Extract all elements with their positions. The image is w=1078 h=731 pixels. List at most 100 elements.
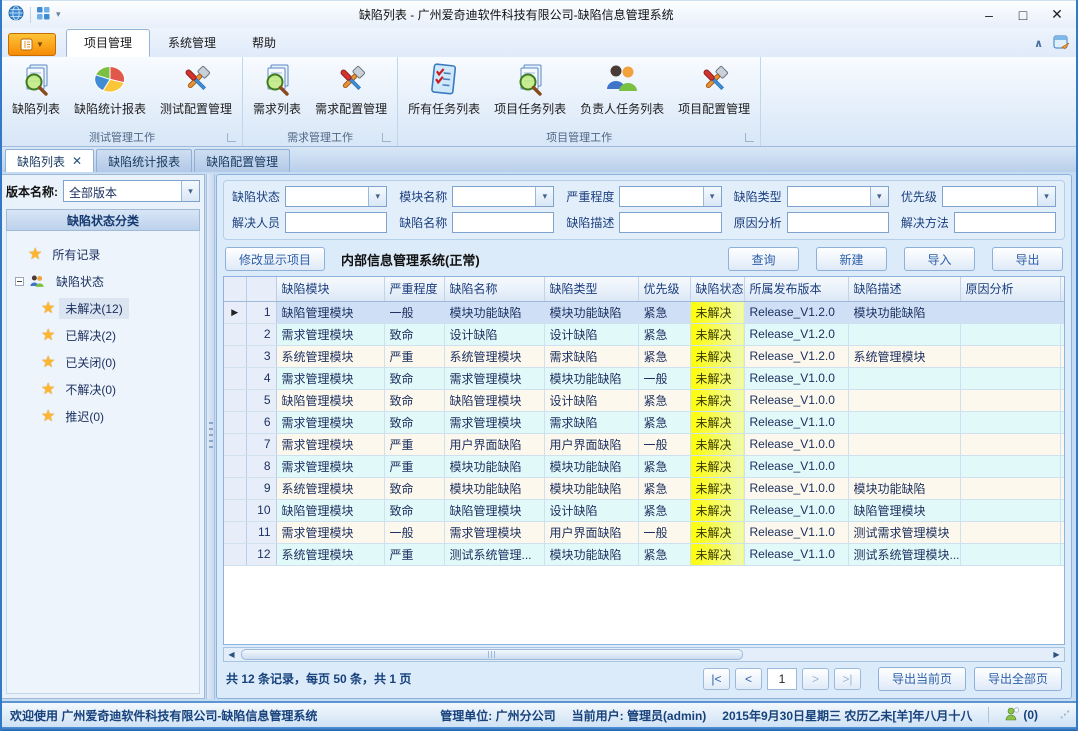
maximize-button[interactable]: □ — [1006, 3, 1040, 27]
table-row[interactable]: 6需求管理模块致命需求管理模块需求缺陷紧急未解决Release_V1.1.0 — [224, 411, 1065, 433]
import-button[interactable]: 导入 — [904, 247, 975, 271]
table-row[interactable]: 3系统管理模块严重系统管理模块需求缺陷紧急未解决Release_V1.2.0系统… — [224, 345, 1065, 367]
modify-columns-button[interactable]: 修改显示项目 — [225, 247, 325, 271]
next-page-button[interactable]: > — [802, 668, 829, 690]
ribbon-tab-项目管理[interactable]: 项目管理 — [66, 29, 150, 57]
chevron-down-icon[interactable] — [870, 187, 888, 206]
ribbon-button-缺陷统计报表[interactable]: 缺陷统计报表 — [67, 59, 153, 119]
sidebar-splitter[interactable] — [206, 174, 215, 699]
filter-input-缺陷名称[interactable] — [452, 212, 554, 233]
column-header-所属发布版本[interactable]: 所属发布版本 — [744, 277, 848, 301]
scrollbar-track[interactable] — [239, 648, 1049, 661]
dialog-launcher-icon[interactable] — [745, 133, 754, 142]
row-number-cell: 7 — [246, 433, 276, 455]
horizontal-scrollbar[interactable]: ◀ ▶ — [223, 647, 1065, 662]
filter-combobox-严重程度[interactable] — [619, 186, 721, 207]
column-header-缺陷模块[interactable]: 缺陷模块 — [276, 277, 384, 301]
tree-item-已关闭(0)[interactable]: ★已关闭(0) — [15, 349, 197, 376]
collapse-ribbon-icon[interactable]: ∧ — [1034, 37, 1043, 50]
export-button[interactable]: 导出 — [992, 247, 1063, 271]
filter-input-原因分析[interactable] — [787, 212, 889, 233]
ribbon-button-测试配置管理[interactable]: 测试配置管理 — [153, 59, 239, 119]
message-count[interactable]: (0) — [1023, 708, 1038, 722]
column-header-优先级[interactable]: 优先级 — [638, 277, 690, 301]
help-window-icon[interactable] — [1053, 34, 1070, 53]
filter-input-解决方法[interactable] — [954, 212, 1056, 233]
minimize-button[interactable]: – — [972, 3, 1006, 27]
table-row[interactable]: 2需求管理模块致命设计缺陷设计缺陷紧急未解决Release_V1.2.0 — [224, 323, 1065, 345]
ribbon-button-需求列表[interactable]: 需求列表 — [246, 59, 308, 119]
tree-item-已解决(2)[interactable]: ★已解决(2) — [15, 322, 197, 349]
last-page-button[interactable]: >| — [834, 668, 861, 690]
table-row[interactable]: 7需求管理模块严重用户界面缺陷用户界面缺陷一般未解决Release_V1.0.0 — [224, 433, 1065, 455]
column-header-缺陷状态[interactable]: 缺陷状态 — [690, 277, 744, 301]
table-row[interactable]: 9系统管理模块致命模块功能缺陷模块功能缺陷紧急未解决Release_V1.0.0… — [224, 477, 1065, 499]
ribbon-button-需求配置管理[interactable]: 需求配置管理 — [308, 59, 394, 119]
search-button[interactable]: 查询 — [728, 247, 799, 271]
ribbon-button-所有任务列表[interactable]: 所有任务列表 — [401, 59, 487, 119]
table-row[interactable]: 5缺陷管理模块致命缺陷管理模块设计缺陷紧急未解决Release_V1.0.0 — [224, 389, 1065, 411]
scroll-right-icon[interactable]: ▶ — [1049, 650, 1064, 659]
tree-item-未解决(12)[interactable]: ★未解决(12) — [15, 295, 197, 322]
first-page-button[interactable]: |< — [703, 668, 730, 690]
filter-input-缺陷描述[interactable] — [619, 212, 721, 233]
quick-access-grid-icon[interactable] — [37, 7, 50, 23]
row-indicator-cell — [224, 543, 246, 565]
chevron-down-icon[interactable] — [535, 187, 553, 206]
version-combobox[interactable]: 全部版本 — [63, 180, 200, 202]
ribbon-button-项目任务列表[interactable]: 项目任务列表 — [487, 59, 573, 119]
ribbon-button-项目配置管理[interactable]: 项目配置管理 — [671, 59, 757, 119]
filter-input-解决人员[interactable] — [285, 212, 387, 233]
doc-search-icon — [18, 62, 54, 98]
scroll-left-icon[interactable]: ◀ — [224, 650, 239, 659]
filter-combobox-缺陷类型[interactable] — [787, 186, 889, 207]
cell-原因分析 — [960, 323, 1060, 345]
new-button[interactable]: 新建 — [816, 247, 887, 271]
cell-所属发布版本: Release_V1.0.0 — [744, 455, 848, 477]
tree-item-缺陷状态[interactable]: 缺陷状态 — [15, 268, 197, 295]
application-menu-button[interactable]: ▼ — [8, 33, 56, 56]
column-header-缺陷描述[interactable]: 缺陷描述 — [848, 277, 960, 301]
export-all-pages-button[interactable]: 导出全部页 — [974, 667, 1062, 691]
ribbon-button-负责人任务列表[interactable]: 负责人任务列表 — [573, 59, 671, 119]
chevron-down-icon[interactable] — [703, 187, 721, 206]
page-number-input[interactable] — [767, 668, 797, 690]
column-header-缺陷名称[interactable]: 缺陷名称 — [444, 277, 544, 301]
doc-tab-缺陷列表[interactable]: 缺陷列表✕ — [5, 149, 94, 172]
column-header-缺陷类型[interactable]: 缺陷类型 — [544, 277, 638, 301]
column-header-严重程度[interactable]: 严重程度 — [384, 277, 444, 301]
doc-tab-缺陷统计报表[interactable]: 缺陷统计报表 — [96, 149, 192, 172]
chevron-down-icon[interactable] — [1037, 187, 1055, 206]
column-header-解决方法[interactable]: 解决方法 — [1060, 277, 1065, 301]
tree-item-所有记录[interactable]: ★所有记录 — [15, 241, 197, 268]
chevron-down-icon[interactable] — [368, 187, 386, 206]
filter-combobox-缺陷状态[interactable] — [285, 186, 387, 207]
doc-tab-缺陷配置管理[interactable]: 缺陷配置管理 — [194, 149, 290, 172]
tree-item-推迟(0)[interactable]: ★推迟(0) — [15, 403, 197, 430]
ribbon-button-缺陷列表[interactable]: 缺陷列表 — [5, 59, 67, 119]
chevron-down-icon[interactable] — [181, 181, 199, 201]
export-current-page-button[interactable]: 导出当前页 — [878, 667, 966, 691]
table-row[interactable]: 10缺陷管理模块致命缺陷管理模块设计缺陷紧急未解决Release_V1.0.0缺… — [224, 499, 1065, 521]
table-row[interactable]: 11需求管理模块一般需求管理模块用户界面缺陷一般未解决Release_V1.1.… — [224, 521, 1065, 543]
column-header-原因分析[interactable]: 原因分析 — [960, 277, 1060, 301]
close-tab-icon[interactable]: ✕ — [72, 154, 82, 168]
tree-item-label: 推迟(0) — [59, 406, 110, 427]
user-message-icon[interactable] — [1005, 707, 1019, 724]
table-row[interactable]: 4需求管理模块致命需求管理模块模块功能缺陷一般未解决Release_V1.0.0 — [224, 367, 1065, 389]
table-row[interactable]: 8需求管理模块严重模块功能缺陷模块功能缺陷紧急未解决Release_V1.0.0 — [224, 455, 1065, 477]
table-row[interactable]: ▶1缺陷管理模块一般模块功能缺陷模块功能缺陷紧急未解决Release_V1.2.… — [224, 301, 1065, 323]
ribbon-tab-帮助[interactable]: 帮助 — [234, 29, 294, 57]
prev-page-button[interactable]: < — [735, 668, 762, 690]
filter-combobox-模块名称[interactable] — [452, 186, 554, 207]
collapse-expander-icon[interactable] — [15, 277, 24, 286]
filter-combobox-优先级[interactable] — [942, 186, 1056, 207]
ribbon-tab-系统管理[interactable]: 系统管理 — [150, 29, 234, 57]
tree-item-不解决(0)[interactable]: ★不解决(0) — [15, 376, 197, 403]
dialog-launcher-icon[interactable] — [382, 133, 391, 142]
resize-grip-icon[interactable]: ⋰ — [1060, 710, 1070, 721]
scrollbar-thumb[interactable] — [241, 649, 743, 660]
close-button[interactable]: ✕ — [1040, 3, 1074, 27]
table-row[interactable]: 12系统管理模块严重测试系统管理...模块功能缺陷紧急未解决Release_V1… — [224, 543, 1065, 565]
dialog-launcher-icon[interactable] — [227, 133, 236, 142]
